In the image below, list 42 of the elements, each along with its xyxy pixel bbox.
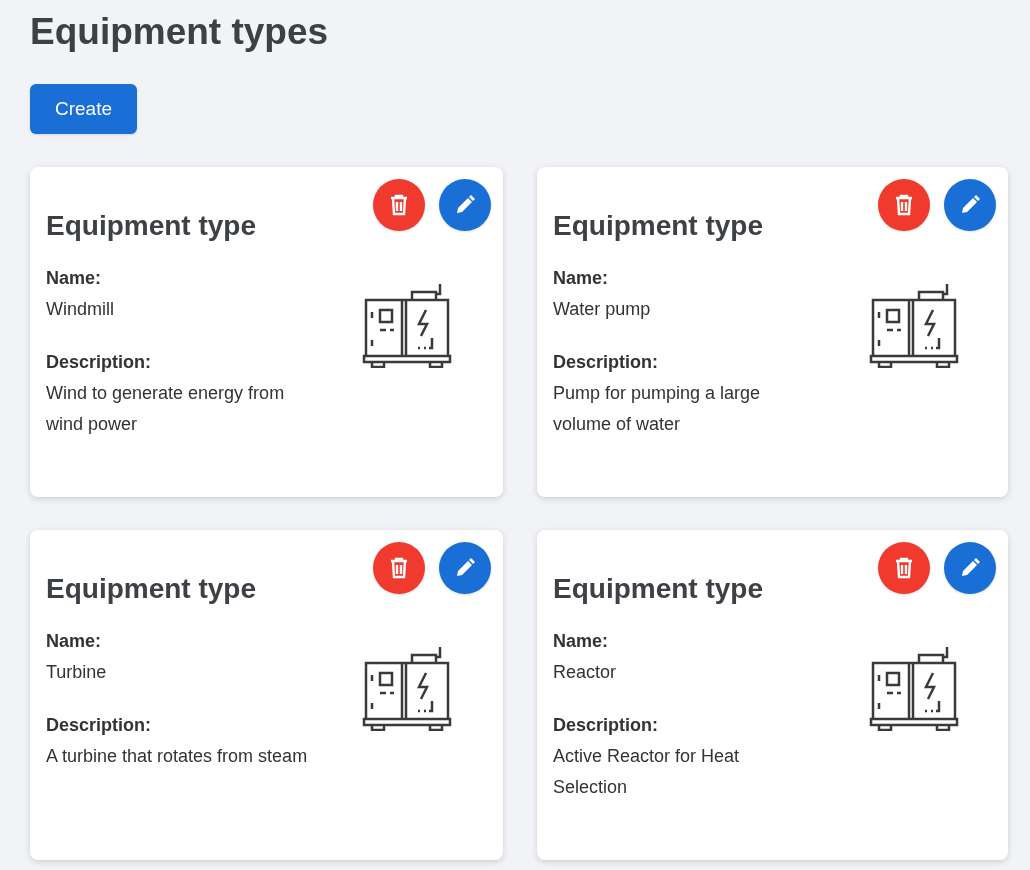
trash-icon — [389, 557, 409, 579]
delete-button[interactable] — [878, 542, 930, 594]
generator-icon — [362, 645, 452, 731]
edit-button[interactable] — [944, 542, 996, 594]
name-label: Name: — [553, 267, 610, 290]
edit-button[interactable] — [439, 179, 491, 231]
generator-icon — [869, 282, 959, 368]
card-title: Equipment type — [46, 572, 257, 606]
description-label: Description: — [553, 714, 659, 737]
create-button[interactable]: Create — [30, 84, 137, 134]
delete-button[interactable] — [373, 179, 425, 231]
description-label: Description: — [46, 714, 152, 737]
description-label: Description: — [553, 351, 659, 374]
card-title: Equipment type — [46, 209, 257, 243]
description-label: Description: — [46, 351, 152, 374]
name-label: Name: — [46, 267, 103, 290]
description-value: Pump for pumping a large volume of water — [553, 382, 762, 436]
name-value: Water pump — [553, 298, 652, 321]
page-title: Equipment types — [30, 10, 330, 54]
trash-icon — [389, 194, 409, 216]
card-title: Equipment type — [553, 572, 764, 606]
description-value: Wind to generate energy from wind power — [46, 382, 286, 436]
name-label: Name: — [553, 630, 610, 653]
generator-icon — [362, 282, 452, 368]
generator-icon — [869, 645, 959, 731]
trash-icon — [894, 194, 914, 216]
pencil-icon — [960, 195, 980, 215]
name-label: Name: — [46, 630, 103, 653]
description-value: A turbine that rotates from steam — [46, 745, 308, 768]
card-title: Equipment type — [553, 209, 764, 243]
trash-icon — [894, 557, 914, 579]
delete-button[interactable] — [373, 542, 425, 594]
name-value: Reactor — [553, 661, 618, 684]
name-value: Turbine — [46, 661, 108, 684]
pencil-icon — [455, 195, 475, 215]
name-value: Windmill — [46, 298, 115, 321]
description-value: Active Reactor for Heat Selection — [553, 745, 741, 799]
delete-button[interactable] — [878, 179, 930, 231]
pencil-icon — [960, 558, 980, 578]
pencil-icon — [455, 558, 475, 578]
edit-button[interactable] — [944, 179, 996, 231]
edit-button[interactable] — [439, 542, 491, 594]
